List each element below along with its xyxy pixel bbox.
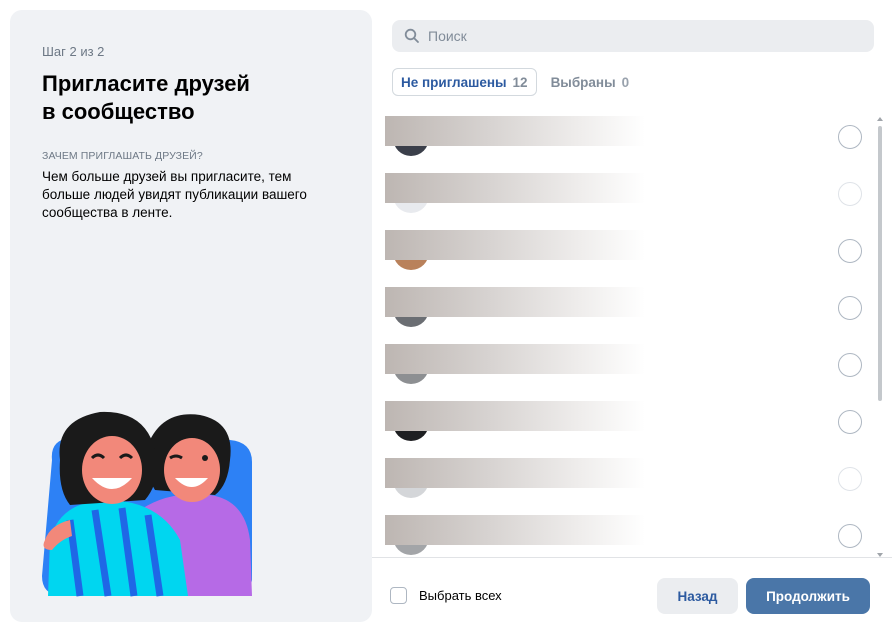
friend-list (385, 108, 875, 556)
friend-row[interactable] (385, 279, 875, 336)
checkbox-icon[interactable] (390, 587, 407, 604)
friend-select-radio[interactable] (838, 353, 862, 377)
search-icon (404, 28, 420, 44)
why-text: Чем больше друзей вы пригласите, тем бол… (42, 169, 307, 220)
tab-label: Выбраны (550, 74, 616, 90)
friend-row[interactable] (385, 222, 875, 279)
friend-select-radio[interactable] (838, 410, 862, 434)
friend-select-radio[interactable] (838, 125, 862, 149)
title-line-1: Пригласите друзей (42, 71, 250, 96)
select-all-label: Выбрать всех (419, 588, 502, 603)
search-bar[interactable] (392, 20, 874, 52)
friend-row[interactable] (385, 507, 875, 556)
friend-row[interactable] (385, 450, 875, 507)
friend-select-radio[interactable] (838, 182, 862, 206)
page-title: Пригласите друзей в сообщество (42, 70, 342, 126)
tab-not-invited[interactable]: Не приглашены 12 (392, 68, 537, 96)
friend-name-redacted (385, 173, 645, 203)
friend-name-redacted (385, 116, 645, 146)
friend-row[interactable] (385, 108, 875, 165)
tab-count: 0 (621, 74, 630, 90)
why-caption: ЗАЧЕМ ПРИГЛАШАТЬ ДРУЗЕЙ? (42, 150, 203, 162)
friend-select-radio[interactable] (838, 296, 862, 320)
tab-count: 12 (512, 74, 528, 90)
friend-row[interactable] (385, 336, 875, 393)
tab-label: Не приглашены (401, 74, 507, 90)
scrollbar[interactable] (877, 116, 883, 558)
friends-illustration (42, 411, 252, 597)
friend-select-radio[interactable] (838, 467, 862, 491)
friend-name-redacted (385, 458, 645, 488)
title-line-2: в сообщество (42, 99, 195, 124)
continue-button[interactable]: Продолжить (746, 578, 870, 614)
info-panel: Шаг 2 из 2 Пригласите друзей в сообществ… (10, 10, 372, 622)
friend-row[interactable] (385, 165, 875, 222)
scroll-up-icon[interactable] (877, 116, 883, 122)
friend-select-radio[interactable] (838, 524, 862, 548)
footer-divider (372, 557, 892, 558)
select-all-checkbox[interactable]: Выбрать всех (390, 587, 502, 604)
friend-name-redacted (385, 230, 645, 260)
scroll-thumb[interactable] (878, 126, 882, 401)
friend-row[interactable] (385, 393, 875, 450)
search-input[interactable] (428, 28, 848, 44)
friend-name-redacted (385, 287, 645, 317)
tabs: Не приглашены 12 Выбраны 0 (392, 68, 637, 96)
friend-select-radio[interactable] (838, 239, 862, 263)
tab-selected[interactable]: Выбраны 0 (543, 68, 638, 96)
friend-name-redacted (385, 344, 645, 374)
friend-name-redacted (385, 515, 645, 545)
back-button[interactable]: Назад (657, 578, 738, 614)
step-indicator: Шаг 2 из 2 (42, 44, 105, 59)
friend-name-redacted (385, 401, 645, 431)
